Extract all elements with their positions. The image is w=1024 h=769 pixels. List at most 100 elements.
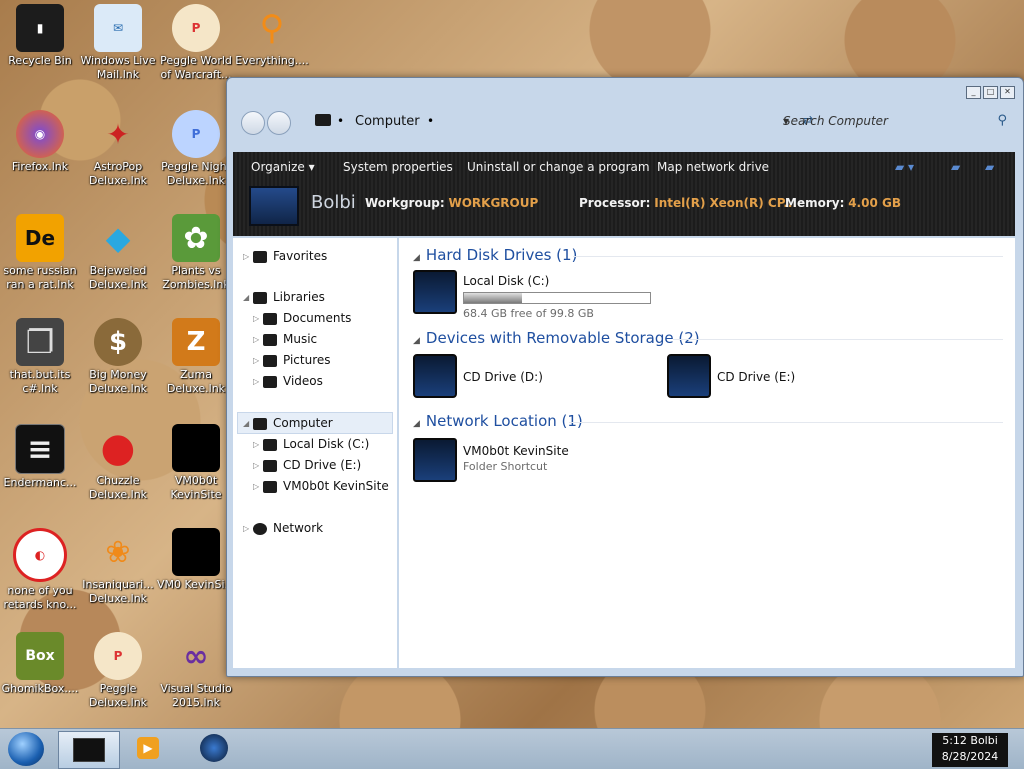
expand-favorites-icon[interactable]: ▷ — [243, 252, 249, 261]
nav-network[interactable]: Network — [253, 521, 323, 535]
nav-libraries[interactable]: Libraries — [253, 290, 325, 304]
desktop-icon-astropop[interactable]: ✦ AstroPop Deluxe.lnk — [78, 110, 158, 188]
cd-drive-d-name: CD Drive (D:) — [463, 370, 543, 384]
search-icon[interactable]: ⚲ — [997, 113, 1007, 128]
close-button[interactable]: ✕ — [1000, 86, 1015, 99]
desktop-icon-chuzzle[interactable]: ● Chuzzle Deluxe.lnk — [78, 424, 158, 502]
expand-network-icon[interactable]: ▷ — [243, 524, 249, 533]
system-properties-button[interactable]: System properties — [343, 160, 453, 174]
taskbar-app-button[interactable] — [184, 731, 244, 767]
group-network-location[interactable]: ◢ Network Location (1) — [413, 412, 1003, 430]
local-disk-free-space: 68.4 GB free of 99.8 GB — [463, 307, 594, 320]
breadcrumb-separator[interactable]: • — [337, 114, 344, 128]
group-divider — [569, 422, 1003, 423]
expand-local-disk-icon[interactable]: ▷ — [253, 440, 259, 449]
start-button[interactable] — [8, 732, 44, 766]
nav-vm-kevinsite[interactable]: VM0b0t KevinSite — [263, 479, 389, 493]
group-removable-storage[interactable]: ◢ Devices with Removable Storage (2) — [413, 329, 1003, 347]
computer-icon — [315, 114, 331, 126]
nav-documents[interactable]: Documents — [263, 311, 351, 325]
collapse-libraries-icon[interactable]: ◢ — [243, 293, 249, 302]
nav-videos[interactable]: Videos — [263, 374, 323, 388]
taskbar-media-player-button[interactable]: ▶ — [118, 731, 178, 767]
desktop-icon-big-money[interactable]: $ Big Money Deluxe.lnk — [78, 318, 158, 396]
minimize-button[interactable]: _ — [966, 86, 981, 99]
memory-value: 4.00 GB — [848, 196, 901, 210]
uninstall-program-button[interactable]: Uninstall or change a program — [467, 160, 650, 174]
network-shortcut-name: VM0b0t KevinSite — [463, 444, 569, 458]
desktop-icon-visual-studio[interactable]: ∞ Visual Studio 2015.lnk — [156, 632, 236, 710]
desktop-icon-label: Endermanc... — [3, 476, 77, 489]
desktop-icon-pvz[interactable]: ✿ Plants vs Zombies.lnk — [156, 214, 236, 292]
expand-vm-icon[interactable]: ▷ — [253, 482, 259, 491]
desktop-icon-none-of-you[interactable]: ◐ none of you retards kno... — [0, 528, 80, 612]
nav-videos-label: Videos — [283, 374, 323, 388]
maximize-button[interactable]: □ — [983, 86, 998, 99]
expand-documents-icon[interactable]: ▷ — [253, 314, 259, 323]
desktop-icon-label: none of you retards kno... — [3, 584, 77, 611]
desktop-icon-insaniquarium[interactable]: ❀ Insaniquari... Deluxe.lnk — [78, 528, 158, 606]
expand-music-icon[interactable]: ▷ — [253, 335, 259, 344]
expand-videos-icon[interactable]: ▷ — [253, 377, 259, 386]
breadcrumb-arrow[interactable]: • — [427, 114, 434, 128]
desktop-icon-label: Big Money Deluxe.lnk — [88, 368, 148, 395]
group-collapse-icon: ◢ — [413, 336, 420, 346]
mail-icon: ✉ — [94, 4, 142, 52]
desktop-icon-ghomikbox[interactable]: Box GhomikBox.... — [0, 632, 80, 696]
flower-icon: ✿ — [172, 214, 220, 262]
workgroup-value: WORKGROUP — [448, 196, 539, 210]
help-icon[interactable]: ▰ — [985, 160, 994, 174]
expand-pictures-icon[interactable]: ▷ — [253, 356, 259, 365]
back-button[interactable] — [241, 111, 265, 135]
nav-pictures[interactable]: Pictures — [263, 353, 331, 367]
desktop-icon-vm0b0t[interactable]: VM0b0t KevinSite — [156, 424, 236, 502]
cd-drive-d-item[interactable]: CD Drive (D:) — [413, 354, 633, 402]
desktop-icon-endermanc[interactable]: ≡ Endermanc... — [0, 424, 80, 490]
collapse-computer-icon[interactable]: ◢ — [243, 419, 249, 428]
group-hard-disk-drives[interactable]: ◢ Hard Disk Drives (1) — [413, 246, 1003, 264]
nav-documents-label: Documents — [283, 311, 352, 325]
desktop-icon-label: GhomikBox.... — [1, 682, 79, 695]
organize-button[interactable]: Organize ▾ — [251, 160, 315, 174]
nav-local-disk[interactable]: Local Disk (C:) — [263, 437, 369, 451]
nav-favorites[interactable]: Favorites — [253, 249, 327, 263]
map-network-drive-button[interactable]: Map network drive — [657, 160, 769, 174]
processor-label: Processor: — [579, 196, 651, 210]
view-options-icon[interactable]: ▰ ▾ — [895, 160, 914, 174]
desktop-icon-peggle[interactable]: P Peggle Deluxe.lnk — [78, 632, 158, 710]
search-box[interactable]: Search Computer ⚲ — [775, 110, 1013, 132]
desktop-icon-label: Zuma Deluxe.lnk — [166, 368, 226, 395]
videos-icon — [263, 375, 277, 388]
desktop-icon-bejeweled[interactable]: ◆ Bejeweled Deluxe.lnk — [78, 214, 158, 292]
desktop-icon-recycle-bin[interactable]: ▮ Recycle Bin — [0, 4, 80, 68]
address-bar[interactable]: • Computer • ▾ ⇄ — [305, 110, 813, 132]
network-shortcut-item[interactable]: VM0b0t KevinSite Folder Shortcut — [413, 438, 653, 486]
desktop-icon-windows-live-mail[interactable]: ✉ Windows Live Mail.lnk — [78, 4, 158, 82]
nav-music[interactable]: Music — [263, 332, 317, 346]
desktop-icon-that-but-c[interactable]: ❐ that.but.its c#.lnk — [0, 318, 80, 396]
desktop-icon-zuma[interactable]: Z Zuma Deluxe.lnk — [156, 318, 236, 396]
breadcrumb-computer[interactable]: Computer — [355, 114, 420, 129]
forward-button[interactable] — [267, 111, 291, 135]
group-hdd-label: Hard Disk Drives (1) — [425, 246, 578, 264]
group-divider — [673, 339, 1003, 340]
taskbar-explorer-button[interactable] — [58, 731, 120, 769]
processor-info: Processor: Intel(R) Xeon(R) CP... — [579, 196, 797, 210]
desktop-icon-russian-rat[interactable]: De some russian ran a rat.lnk — [0, 214, 80, 292]
preview-pane-icon[interactable]: ▰ — [951, 160, 960, 174]
local-disk-item[interactable]: Local Disk (C:) 68.4 GB free of 99.8 GB — [413, 270, 693, 322]
search-input[interactable]: Search Computer — [783, 114, 888, 128]
desktop-icon-peggle-wow[interactable]: P Peggle World of Warcraft... — [156, 4, 236, 82]
expand-cd-drive-icon[interactable]: ▷ — [253, 461, 259, 470]
desktop-icon-peggle-nights[interactable]: P Peggle Night Deluxe.lnk — [156, 110, 236, 188]
nav-cd-drive[interactable]: CD Drive (E:) — [263, 458, 361, 472]
desktop-icon-firefox[interactable]: ◉ Firefox.lnk — [0, 110, 80, 174]
desktop-icon-label: Everything.... — [235, 54, 309, 67]
nav-computer[interactable]: Computer — [253, 416, 333, 430]
system-clock[interactable]: 5:12 Bolbi 8/28/2024 — [932, 733, 1008, 767]
desktop-icon-everything[interactable]: ⚲ Everything.... — [232, 4, 312, 68]
cd-drive-e-item[interactable]: CD Drive (E:) — [667, 354, 887, 402]
nav-libraries-label: Libraries — [273, 290, 325, 304]
processor-value: Intel(R) Xeon(R) CP... — [654, 196, 797, 210]
desktop-icon-vm0-kevinsite[interactable]: VM0 KevinSi... — [156, 528, 236, 592]
